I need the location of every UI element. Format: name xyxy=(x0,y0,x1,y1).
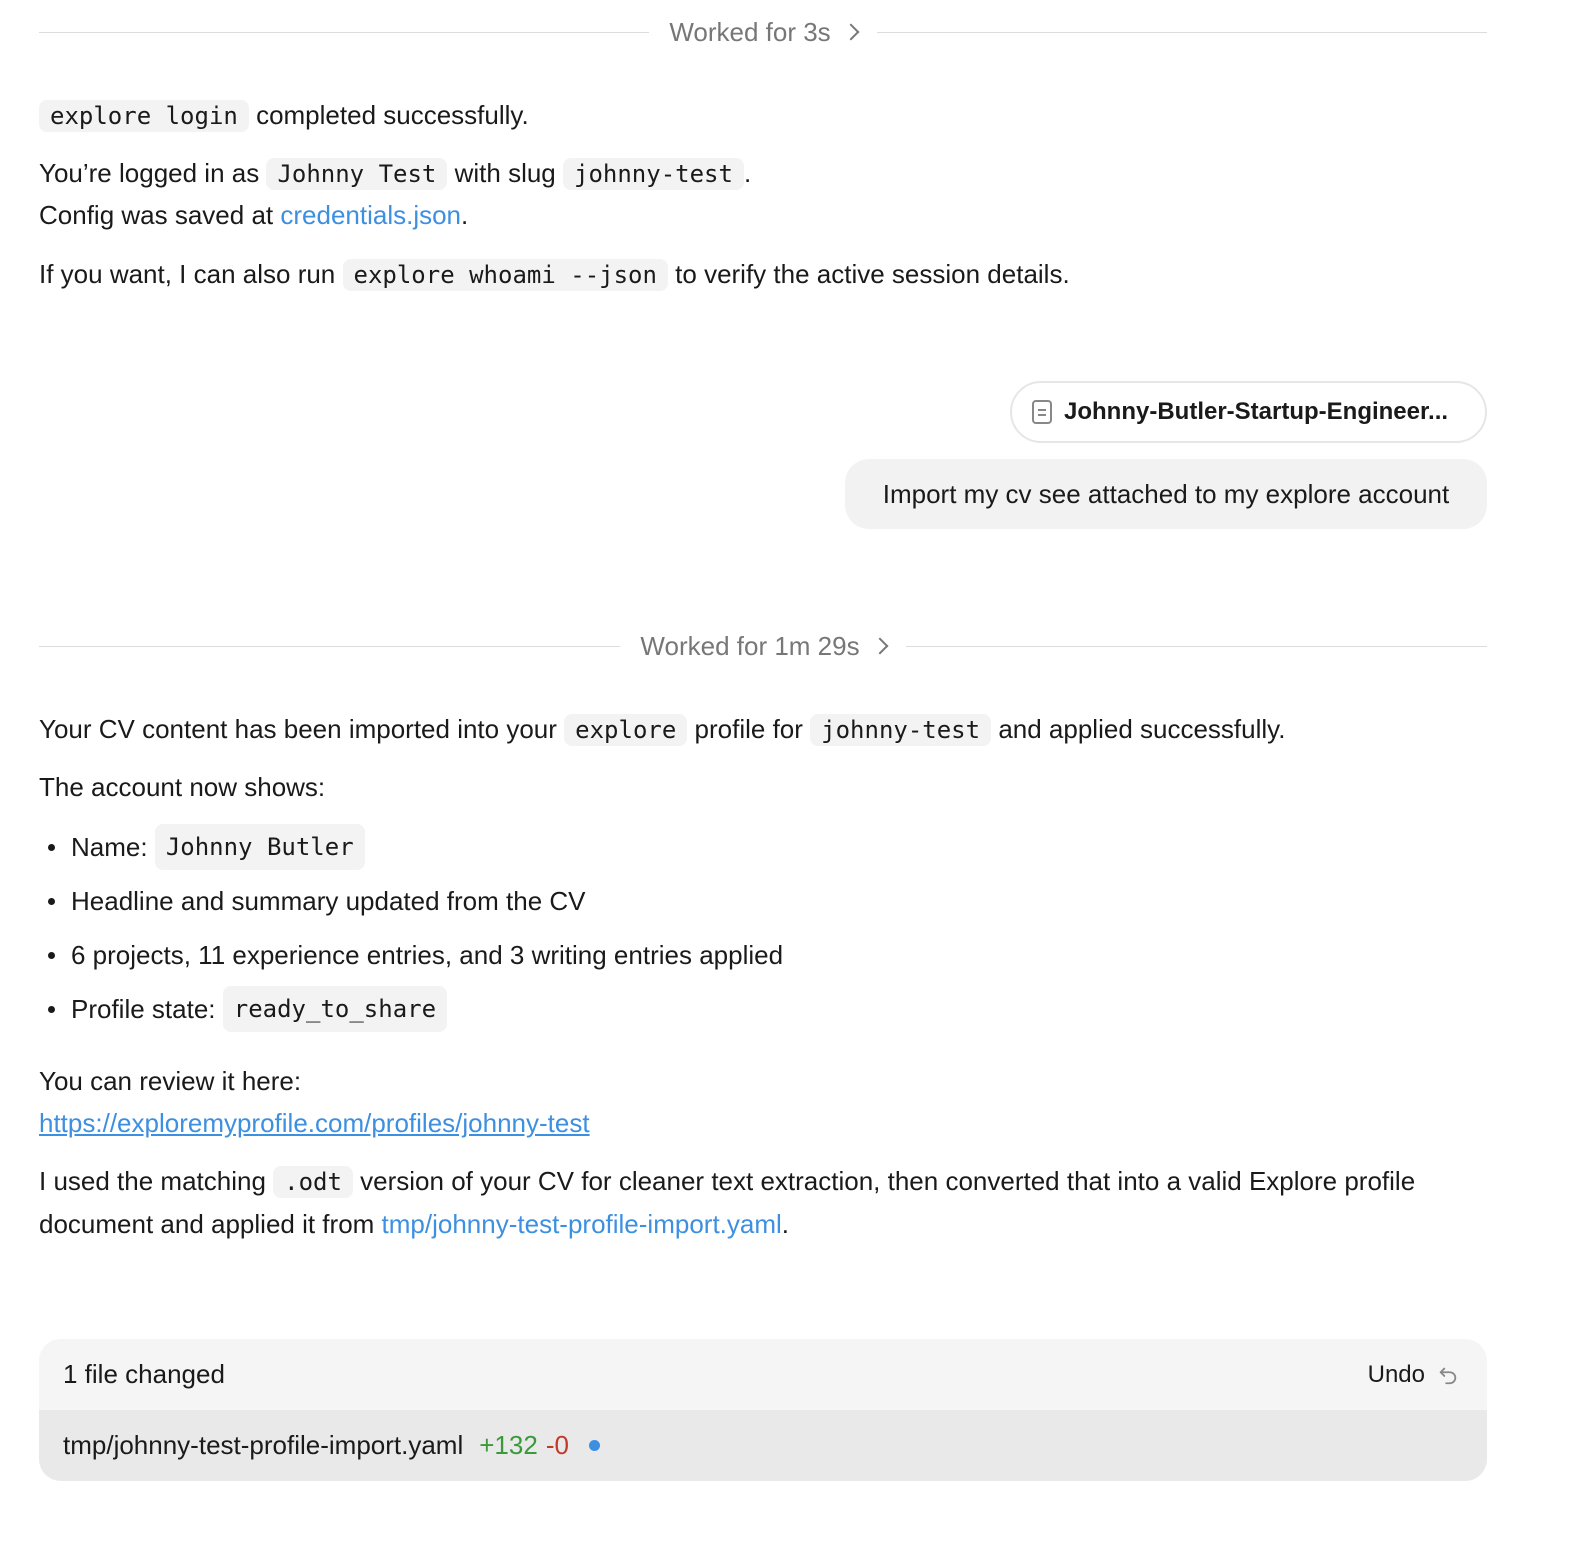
divider-line xyxy=(905,645,1488,647)
divider-line xyxy=(39,645,621,647)
worked-label[interactable]: Worked for 3s xyxy=(649,17,876,48)
file-link[interactable]: credentials.json xyxy=(280,200,461,230)
response-text: and applied successfully. xyxy=(991,714,1286,744)
response-text: You’re logged in as xyxy=(39,158,267,188)
document-icon xyxy=(1032,400,1052,424)
attachment-chip[interactable]: Johnny-Butler-Startup-Engineer... xyxy=(1010,381,1487,443)
inline-code: explore xyxy=(564,714,688,746)
inline-code: Johnny Butler xyxy=(154,824,365,870)
inline-code: explore login xyxy=(39,100,249,132)
inline-code: explore whoami --json xyxy=(342,259,668,291)
inline-code: johnny-test xyxy=(563,158,744,190)
response-text: Your CV content has been imported into y… xyxy=(39,714,565,744)
response-line: The account now shows: xyxy=(39,766,1487,808)
inline-code: ready_to_share xyxy=(222,986,448,1032)
list-item-text: 6 projects, 11 experience entries, and 3… xyxy=(71,940,784,970)
result-list: Name: Johnny Butler Headline and summary… xyxy=(39,820,1487,1036)
list-item-label: Profile state: xyxy=(71,994,216,1024)
list-item-label: Name: xyxy=(71,832,148,862)
response-text: The account now shows: xyxy=(39,772,326,802)
worked-duration: Worked for 3s xyxy=(669,16,831,47)
worked-divider[interactable]: Worked for 3s xyxy=(39,17,1488,48)
user-message-text: Import my cv see attached to my explore … xyxy=(882,478,1450,509)
undo-label: Undo xyxy=(1367,1360,1425,1388)
list-item: Headline and summary updated from the CV xyxy=(39,874,1487,928)
unsaved-dot-icon xyxy=(588,1440,600,1451)
response-text: If you want, I can also run xyxy=(39,259,343,289)
response-line: If you want, I can also run explore whoa… xyxy=(39,253,1487,296)
chevron-right-icon[interactable] xyxy=(871,637,889,655)
file-link[interactable]: tmp/johnny-test-profile-import.yaml xyxy=(382,1209,782,1239)
response-text: completed successfully. xyxy=(248,100,529,130)
attachment-name: Johnny-Butler-Startup-Engineer... xyxy=(1064,398,1449,425)
undo-button[interactable]: Undo xyxy=(1368,1361,1459,1389)
chevron-right-icon[interactable] xyxy=(842,23,860,41)
list-item: Name: Johnny Butler xyxy=(39,820,1487,874)
worked-duration: Worked for 1m 29s xyxy=(640,630,860,661)
files-changed-card: 1 file changed Undo tmp/johnny-test-prof… xyxy=(39,1339,1487,1481)
lines-added: +132 xyxy=(479,1430,538,1460)
response-text: I used the matching xyxy=(39,1166,274,1196)
response-text: You can review it here: xyxy=(39,1066,302,1096)
divider-line xyxy=(876,31,1488,33)
response-text: Config was saved at xyxy=(39,200,281,230)
changed-file-row[interactable]: tmp/johnny-test-profile-import.yaml +132… xyxy=(39,1410,1487,1481)
list-item: 6 projects, 11 experience entries, and 3… xyxy=(39,928,1487,982)
worked-divider[interactable]: Worked for 1m 29s xyxy=(39,631,1488,662)
list-item-text: Headline and summary updated from the CV xyxy=(71,886,586,916)
inline-code: Johnny Test xyxy=(266,158,448,190)
response-text: to verify the active session details. xyxy=(667,259,1070,289)
response-line: Your CV content has been imported into y… xyxy=(39,708,1487,751)
response-paragraph: I used the matching .odt version of your… xyxy=(39,1160,1487,1245)
response-text: with slug xyxy=(447,158,563,188)
files-changed-title: 1 file changed xyxy=(63,1359,225,1389)
response-text: . xyxy=(461,200,469,230)
response-line: explore login completed successfully. xyxy=(39,94,1487,137)
files-changed-header: 1 file changed Undo xyxy=(39,1339,1487,1410)
list-item: Profile state: ready_to_share xyxy=(39,982,1487,1036)
response-line: https://exploremyprofile.com/profiles/jo… xyxy=(39,1102,1487,1144)
response-text: . xyxy=(781,1209,790,1239)
divider-line xyxy=(39,31,650,33)
response-text: profile for xyxy=(687,714,811,744)
response-line: You’re logged in as Johnny Test with slu… xyxy=(39,152,1487,195)
response-text: . xyxy=(743,158,752,188)
user-message-bubble: Import my cv see attached to my explore … xyxy=(845,459,1487,529)
worked-label[interactable]: Worked for 1m 29s xyxy=(620,631,905,662)
changed-file-path: tmp/johnny-test-profile-import.yaml xyxy=(63,1430,464,1460)
response-line: Config was saved at credentials.json. xyxy=(39,194,1487,236)
inline-code: .odt xyxy=(273,1166,353,1198)
profile-url-link[interactable]: https://exploremyprofile.com/profiles/jo… xyxy=(39,1108,590,1138)
lines-removed: -0 xyxy=(545,1430,569,1460)
chat-transcript: Worked for 3s explore login completed su… xyxy=(0,0,1576,1554)
inline-code: johnny-test xyxy=(810,714,992,746)
response-line: You can review it here: xyxy=(39,1060,1487,1102)
undo-icon xyxy=(1439,1367,1457,1384)
